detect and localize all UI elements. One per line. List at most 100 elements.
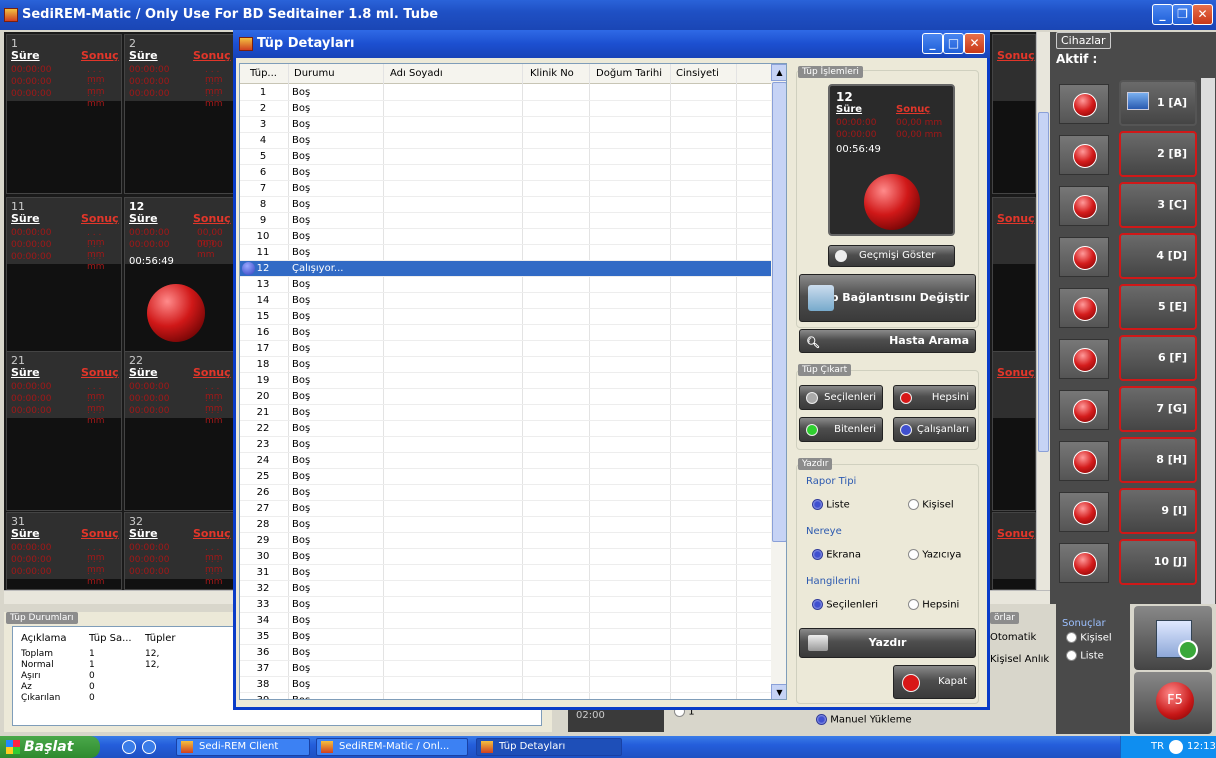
tube-tile-2[interactable]: 2 Süre Sonuç 00:00:00 . . . mm 00:00:00 …	[124, 34, 234, 194]
table-row[interactable]: 16 Boş	[240, 325, 771, 341]
device-led-4[interactable]	[1059, 237, 1109, 277]
table-row[interactable]: 4 Boş	[240, 133, 771, 149]
start-button[interactable]: Başlat	[0, 736, 100, 758]
col-header[interactable]: Açıklama	[21, 633, 67, 644]
print-selected-option[interactable]: Seçilenleri	[812, 599, 878, 611]
language-indicator[interactable]: TR	[1151, 736, 1164, 758]
restore-icon[interactable]: ❐	[1172, 4, 1193, 25]
task-sedirem-matic[interactable]: SediREM-Matic / Onl...	[316, 738, 468, 756]
close-icon[interactable]: ✕	[1192, 4, 1213, 25]
dialog-maximize-icon[interactable]: □	[943, 33, 964, 54]
tube-tile-30-partial[interactable]: Sonuç	[992, 351, 1036, 511]
table-row[interactable]: 3 Boş	[240, 117, 771, 133]
col-header-clinic-no[interactable]: Klinik No	[530, 68, 574, 79]
device-button-6[interactable]: 6 [F]	[1119, 335, 1197, 381]
device-button-3[interactable]: 3 [C]	[1119, 182, 1197, 228]
table-row[interactable]: 11 Boş	[240, 245, 771, 261]
device-button-7[interactable]: 7 [G]	[1119, 386, 1197, 432]
table-row[interactable]: 37 Boş	[240, 661, 771, 677]
dialog-close-icon[interactable]: ✕	[964, 33, 985, 54]
table-row[interactable]: 28 Boş	[240, 517, 771, 533]
table-row[interactable]: 8 Boş	[240, 197, 771, 213]
table-row[interactable]: 22 Boş	[240, 421, 771, 437]
col-header[interactable]: Tüpler	[145, 633, 175, 644]
remove-running-button[interactable]: Çalışanları	[893, 417, 976, 442]
grid-scroll-thumb[interactable]	[772, 82, 786, 542]
print-button[interactable]: Yazdır	[799, 628, 976, 658]
to-printer-option[interactable]: Yazıcıya	[908, 549, 961, 561]
report-button[interactable]	[1134, 606, 1212, 670]
close-button[interactable]: Kapat	[893, 665, 976, 699]
tube-tile-1[interactable]: 1 Süre Sonuç 00:00:00 . . . mm 00:00:00 …	[6, 34, 122, 194]
tube-tile-22[interactable]: 22 Süre Sonuç 00:00:00 . . . mm 00:00:00…	[124, 351, 234, 511]
show-history-button[interactable]: Geçmişi Göster	[828, 245, 955, 267]
device-led-10[interactable]	[1059, 543, 1109, 583]
table-row[interactable]: 30 Boş	[240, 549, 771, 565]
dialog-title-bar[interactable]: Tüp Detayları _ □ ✕	[233, 30, 990, 58]
patient-search-button[interactable]: 🔍︎ Hasta Arama	[799, 329, 976, 353]
table-row[interactable]: 23 Boş	[240, 437, 771, 453]
tube-tile-40-partial[interactable]: Sonuç	[992, 512, 1036, 590]
remove-selected-button[interactable]: Seçilenleri	[799, 385, 883, 410]
device-button-9[interactable]: 9 [I]	[1119, 488, 1197, 534]
device-button-10[interactable]: 10 [J]	[1119, 539, 1197, 585]
f5-button[interactable]: F5	[1134, 672, 1212, 734]
table-row[interactable]: 15 Boş	[240, 309, 771, 325]
table-row[interactable]: 2 Boş	[240, 101, 771, 117]
table-row[interactable]: 31 Boş	[240, 565, 771, 581]
scroll-down-icon[interactable]: ▼	[771, 684, 786, 699]
main-title-bar[interactable]: SediREM-Matic / Only Use For BD Seditain…	[0, 0, 1216, 30]
print-all-option[interactable]: Hepsini	[908, 599, 959, 611]
table-row[interactable]: 20 Boş	[240, 389, 771, 405]
table-row[interactable]: 18 Boş	[240, 357, 771, 373]
devices-scrollbar[interactable]	[1201, 78, 1215, 604]
task-tube-details[interactable]: Tüp Detayları	[476, 738, 622, 756]
col-header-tube[interactable]: Tüp...	[250, 68, 277, 79]
table-row[interactable]: 34 Boş	[240, 613, 771, 629]
table-row[interactable]: 6 Boş	[240, 165, 771, 181]
device-led-6[interactable]	[1059, 339, 1109, 379]
grid-vscrollbar[interactable]: ▲ ▼	[771, 64, 786, 699]
device-button-1[interactable]: 1 [A]	[1119, 80, 1197, 126]
device-led-7[interactable]	[1059, 390, 1109, 430]
tube-tile-21[interactable]: 21 Süre Sonuç 00:00:00 . . . mm 00:00:00…	[6, 351, 122, 511]
table-row[interactable]: 32 Boş	[240, 581, 771, 597]
table-row[interactable]: 26 Boş	[240, 485, 771, 501]
dialog-minimize-icon[interactable]: _	[922, 33, 943, 54]
col-header-gender[interactable]: Cinsiyeti	[676, 68, 719, 79]
table-row[interactable]: 17 Boş	[240, 341, 771, 357]
device-button-2[interactable]: 2 [B]	[1119, 131, 1197, 177]
table-row[interactable]: 13 Boş	[240, 277, 771, 293]
tiles-vscrollbar[interactable]	[1036, 32, 1050, 592]
scroll-thumb[interactable]	[1038, 112, 1049, 452]
table-row[interactable]: 14 Boş	[240, 293, 771, 309]
table-row[interactable]: 38 Boş	[240, 677, 771, 693]
manual-load-option[interactable]: Manuel Yükleme	[816, 714, 912, 726]
table-row[interactable]: 10 Boş	[240, 229, 771, 245]
tray-icon[interactable]	[1169, 740, 1183, 754]
device-led-5[interactable]	[1059, 288, 1109, 328]
results-list-option[interactable]: Liste	[1066, 650, 1104, 662]
minimize-icon[interactable]: _	[1152, 4, 1173, 25]
table-row[interactable]: 7 Boş	[240, 181, 771, 197]
browser-icon[interactable]	[142, 740, 156, 754]
table-row[interactable]: 39 Boş	[240, 693, 771, 699]
table-row[interactable]: 1 Boş	[240, 85, 771, 101]
col-header-name[interactable]: Adı Soyadı	[390, 68, 443, 79]
task-sedi-rem-client[interactable]: Sedi-REM Client	[176, 738, 310, 756]
change-tube-connection-button[interactable]: Tüp Bağlantısını Değiştir	[799, 274, 976, 322]
device-led-9[interactable]	[1059, 492, 1109, 532]
table-row[interactable]: 29 Boş	[240, 533, 771, 549]
ie-icon[interactable]	[122, 740, 136, 754]
device-button-4[interactable]: 4 [D]	[1119, 233, 1197, 279]
table-row[interactable]: 27 Boş	[240, 501, 771, 517]
table-row[interactable]: 5 Boş	[240, 149, 771, 165]
device-button-8[interactable]: 8 [H]	[1119, 437, 1197, 483]
tube-tile-20-partial[interactable]: Sonuç	[992, 197, 1036, 357]
table-row[interactable]: 12 Çalışıyor...	[240, 261, 771, 277]
device-button-5[interactable]: 5 [E]	[1119, 284, 1197, 330]
table-row[interactable]: 36 Boş	[240, 645, 771, 661]
table-row[interactable]: 9 Boş	[240, 213, 771, 229]
table-row[interactable]: 33 Boş	[240, 597, 771, 613]
tube-details-grid[interactable]: Tüp... Durumu Adı Soyadı Klinik No Doğum…	[239, 63, 787, 700]
